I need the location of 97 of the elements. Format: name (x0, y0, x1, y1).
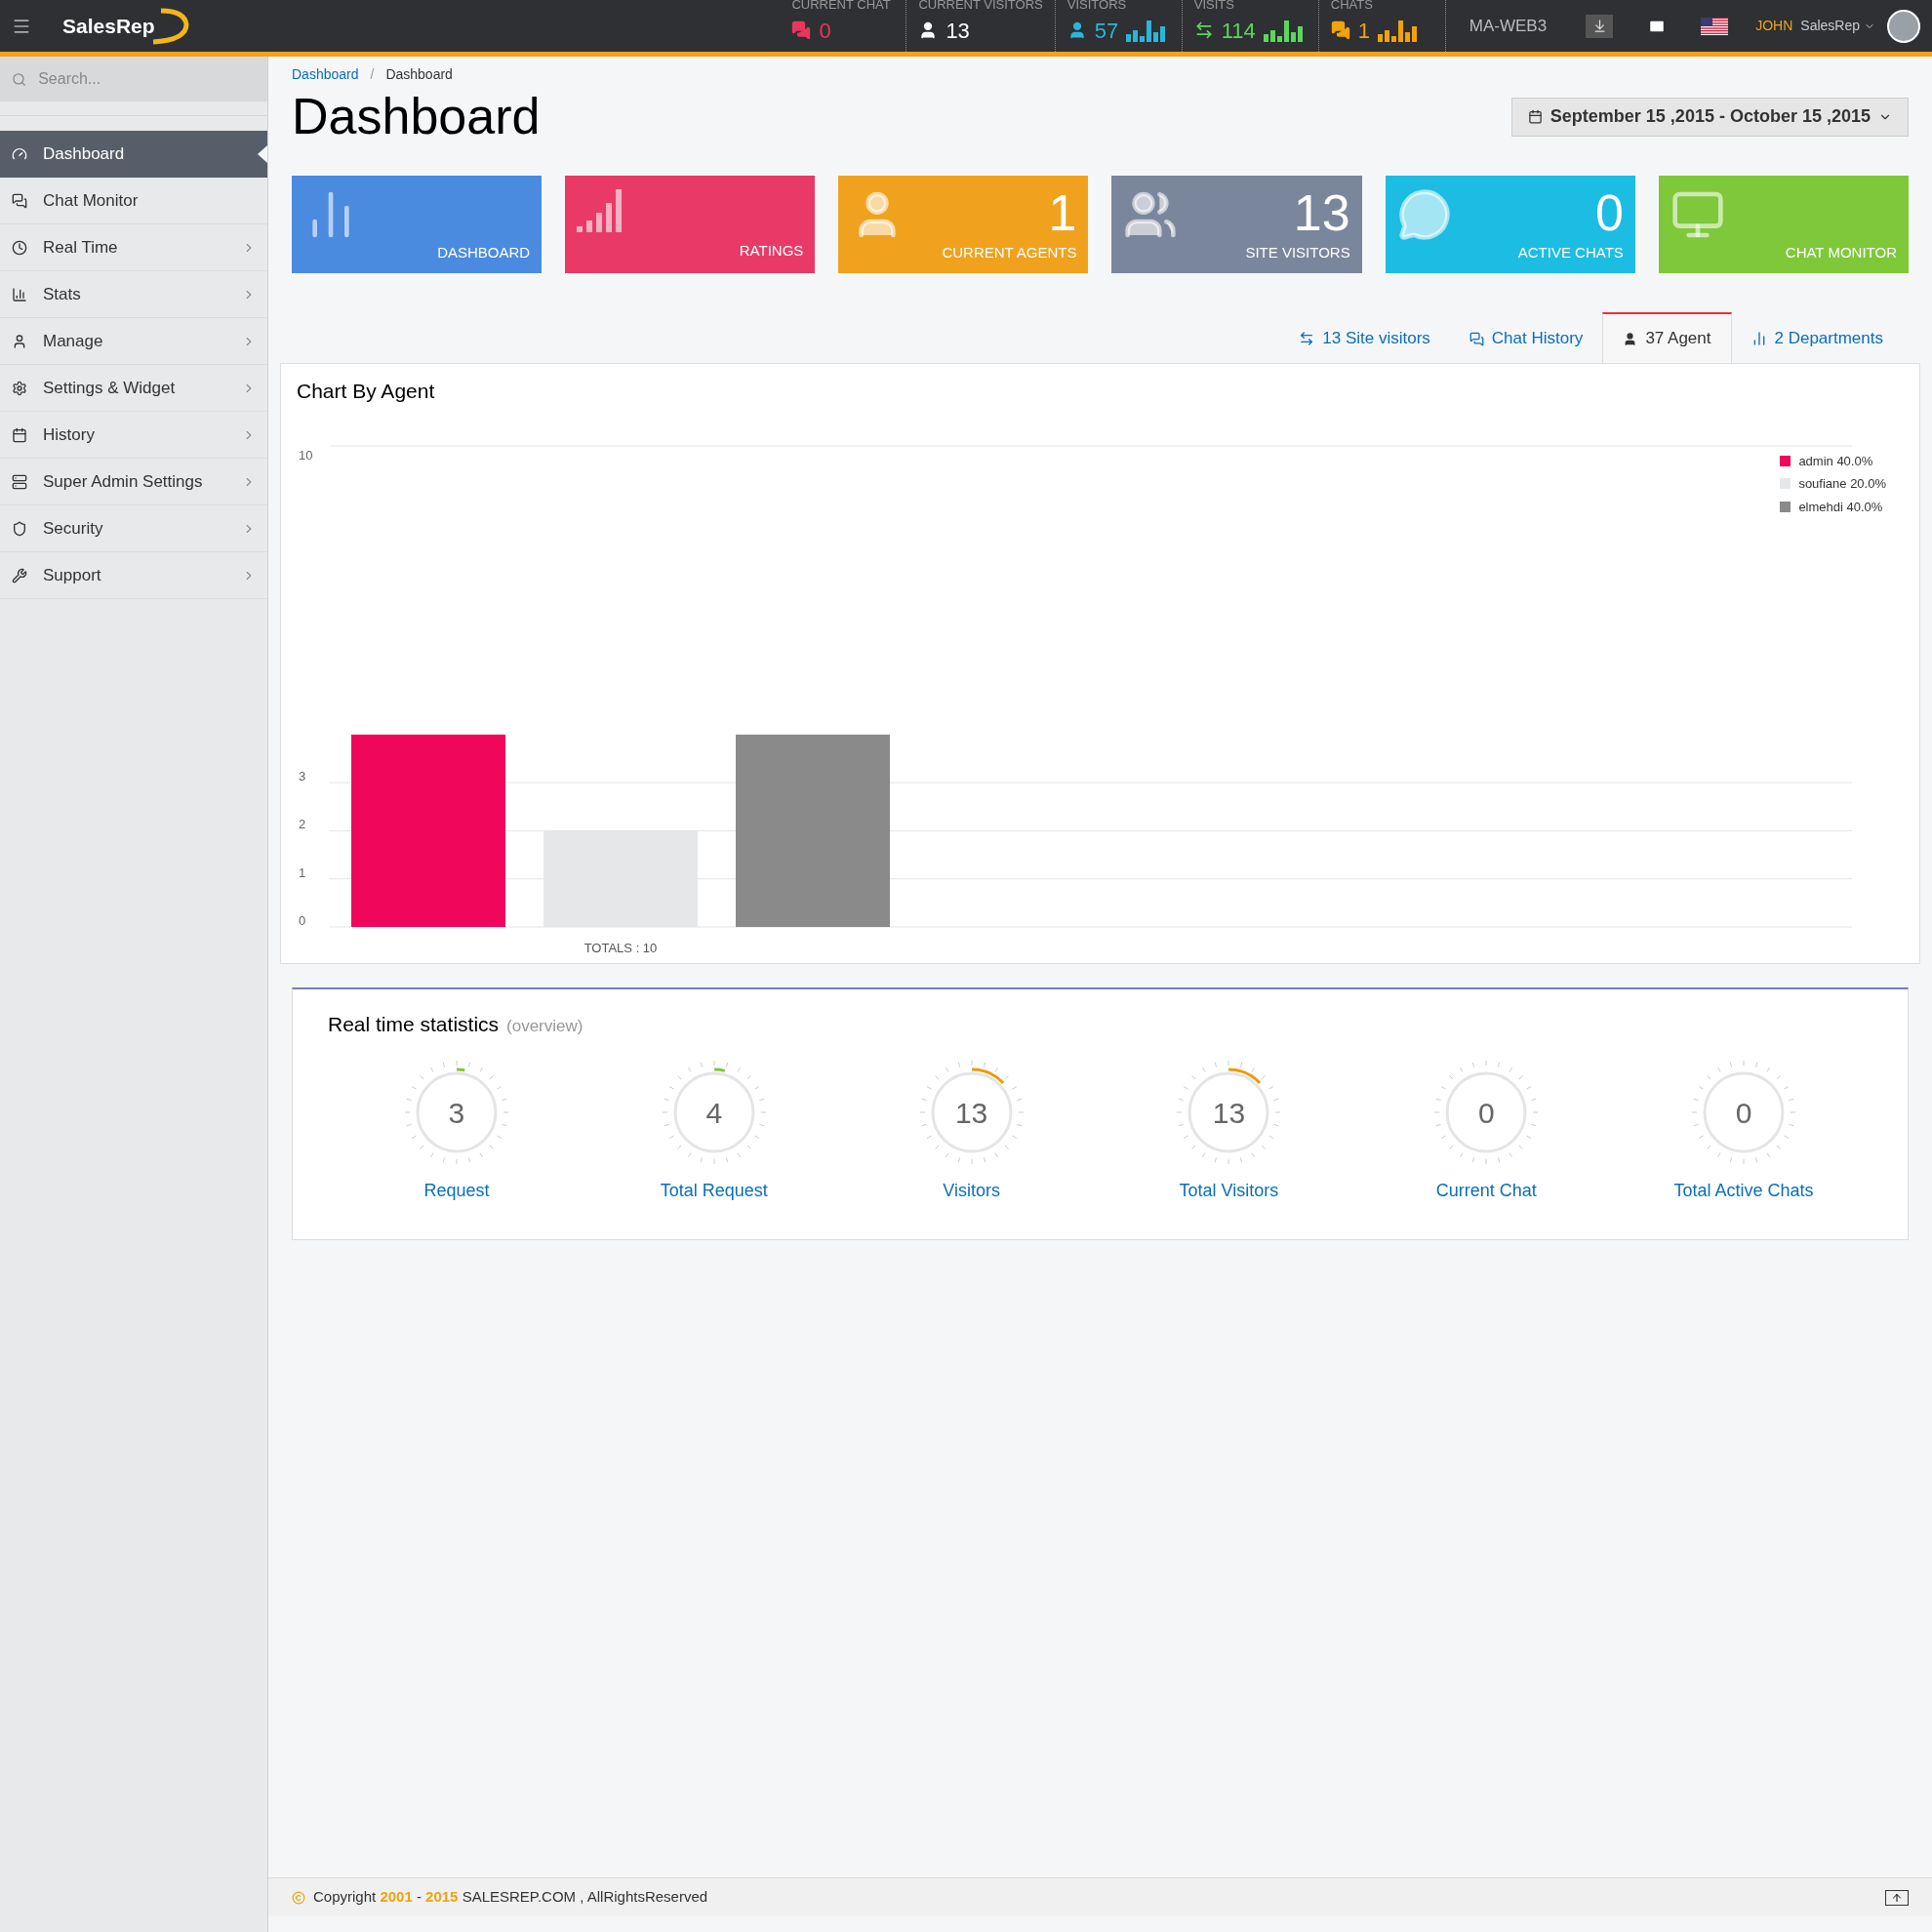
stat-tile[interactable]: 13 SITE VISITORS (1111, 176, 1362, 273)
shield-icon (12, 520, 27, 537)
sidebar-item[interactable]: Super Admin Settings (0, 459, 267, 505)
search-icon (12, 70, 27, 88)
gauge-value: 3 (448, 1095, 465, 1131)
tile-label: RATINGS (738, 240, 804, 261)
exchange-icon (1299, 331, 1315, 346)
breadcrumb-separator: / (370, 65, 375, 84)
calendar-icon (12, 426, 27, 443)
sidebar-item[interactable]: Chat Monitor (0, 178, 267, 224)
chart-title: Chart By Agent (297, 380, 435, 402)
tile-label: ACTIVE CHATS (1516, 243, 1624, 262)
stat-value: 114 (1221, 17, 1256, 45)
tile-label: DASHBOARD (436, 243, 531, 262)
legend-label: admin 40.0% (1798, 452, 1873, 470)
user-first-name: JOHN (1755, 17, 1793, 35)
sidebar-item[interactable]: Settings & Widget (0, 365, 267, 412)
arrow-up-icon (1891, 1891, 1903, 1904)
stat-value: 1 (1357, 17, 1371, 45)
chat-icon (1330, 20, 1350, 40)
sidebar-item[interactable]: Dashboard (0, 131, 267, 178)
dashboard-icon (12, 146, 27, 162)
stat-tile[interactable]: RATINGS (565, 176, 816, 273)
chat-icon (1469, 331, 1484, 346)
avatar[interactable] (1887, 9, 1920, 43)
tab[interactable]: 37 Agent (1602, 312, 1732, 363)
flag-icon[interactable] (1701, 17, 1729, 35)
breadcrumb-link[interactable]: Dashboard (292, 64, 359, 85)
gauge-link[interactable]: Request (423, 1178, 490, 1204)
clock-icon (12, 239, 27, 256)
chat-icon (12, 192, 27, 209)
sidebar-item[interactable]: History (0, 412, 267, 459)
page-title: Dashboard (292, 87, 541, 146)
chat-icon (791, 20, 812, 40)
user-icon (12, 333, 27, 349)
gauge-value: 0 (1735, 1095, 1752, 1131)
tab[interactable]: Chat History (1449, 312, 1603, 363)
settings-icon (12, 380, 27, 396)
stat-value: 13 (946, 17, 970, 45)
stat-label: CURRENT VISITORS (918, 0, 1043, 11)
date-range-button[interactable]: September 15 ,2015 - October 15 ,2015 (1510, 97, 1909, 137)
search-input[interactable]: Search... (38, 57, 256, 101)
stat-value: 57 (1094, 17, 1119, 45)
gauge-link[interactable]: Current Chat (1435, 1178, 1537, 1204)
scroll-top-button[interactable] (1885, 1889, 1909, 1906)
gauge-value: 13 (1212, 1095, 1246, 1131)
stat-tile[interactable]: DASHBOARD (292, 176, 543, 273)
calendar-icon (1527, 109, 1543, 124)
bar-chart-icon (12, 286, 27, 302)
chat-icon (1396, 187, 1452, 242)
search-field[interactable]: Search... (0, 57, 267, 101)
axis-label: TOTALS : 10 (584, 940, 658, 955)
tile-value: 13 (1293, 187, 1350, 238)
legend-label: elmehdi 40.0% (1798, 498, 1883, 516)
download-button[interactable] (1586, 14, 1614, 38)
brand-name[interactable]: SalesRep (62, 10, 155, 42)
tile-label: CHAT MONITOR (1784, 243, 1897, 262)
legend-label: soufiane 20.0% (1798, 475, 1886, 493)
gauge-link[interactable]: Total Active Chats (1673, 1178, 1814, 1204)
axis-label: 3 (299, 768, 306, 784)
tile-label: CURRENT AGENTS (941, 243, 1077, 262)
stat-label: CHATS (1330, 0, 1374, 11)
selection-pointer (258, 145, 267, 163)
server-name: MA-WEB3 (1468, 15, 1549, 37)
stat-label: CURRENT CHAT (791, 0, 892, 11)
tab[interactable]: 2 Departments (1731, 312, 1903, 363)
axis-label: 1 (299, 865, 306, 880)
wrench-icon (12, 567, 27, 584)
sidebar-item[interactable]: Real Time (0, 224, 267, 271)
server-icon (12, 473, 27, 490)
sidebar-item[interactable]: Manage (0, 318, 267, 365)
gauge-value: 4 (705, 1095, 723, 1131)
user-icon (1623, 331, 1638, 346)
user-menu[interactable]: SalesRep (1800, 16, 1875, 36)
copyright-text: Copyright 2001 - 2015 SALESREP.COM , AllRightsReserved (313, 1887, 709, 1908)
panel-subtitle: (overview) (506, 1015, 584, 1037)
copyright-icon (292, 1890, 305, 1905)
gauge-link[interactable]: Total Request (660, 1178, 768, 1204)
sidebar-item[interactable]: Support (0, 552, 267, 599)
tile-label: SITE VISITORS (1244, 243, 1350, 262)
gauge-value: 13 (954, 1095, 988, 1131)
stat-value: 0 (819, 17, 831, 45)
axis-label: 0 (299, 912, 306, 928)
gauge-link[interactable]: Visitors (943, 1178, 1000, 1204)
stat-label: VISITS (1193, 0, 1235, 11)
tab[interactable]: 13 Site visitors (1279, 312, 1450, 363)
sidebar-item[interactable]: Stats (0, 271, 267, 318)
panel-title: Real time statistics (328, 1011, 500, 1037)
gauge-value: 0 (1477, 1095, 1495, 1131)
sidebar-item[interactable]: Security (0, 505, 267, 552)
gauge-link[interactable]: Total Visitors (1179, 1178, 1279, 1204)
axis-label: 2 (299, 816, 306, 831)
tile-value: 1 (1048, 187, 1077, 238)
axis-label: 10 (299, 447, 313, 463)
tile-value: 0 (1594, 187, 1624, 238)
breadcrumb-current: Dashboard (385, 65, 453, 84)
stat-label: VISITORS (1067, 0, 1128, 11)
